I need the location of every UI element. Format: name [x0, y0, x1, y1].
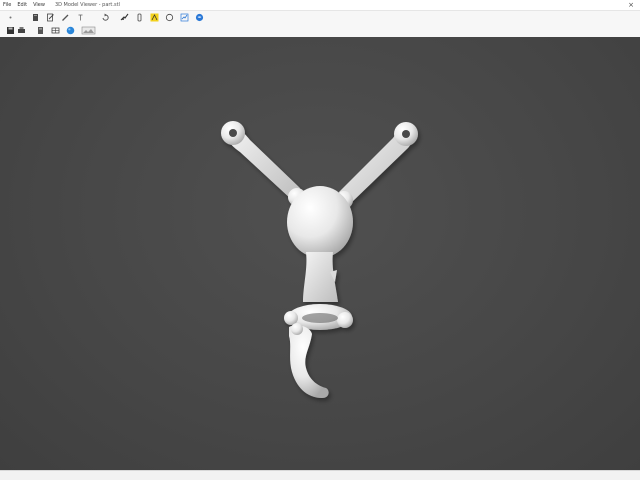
main-toolbar: [0, 11, 640, 24]
circle-icon[interactable]: [165, 13, 174, 22]
3d-viewport[interactable]: [0, 37, 640, 470]
close-window-button[interactable]: ×: [628, 0, 634, 10]
menu-edit[interactable]: Edit: [14, 0, 30, 10]
application-window: File Edit View 3D Model Viewer - part.st…: [0, 0, 640, 480]
move-icon[interactable]: [120, 13, 129, 22]
chart-edit-icon[interactable]: [180, 13, 189, 22]
menu-view[interactable]: View: [30, 0, 48, 10]
rotate-icon[interactable]: [101, 13, 110, 22]
sphere-icon[interactable]: [66, 26, 75, 35]
page-icon[interactable]: [36, 26, 45, 35]
measure-icon[interactable]: [135, 13, 144, 22]
text-tool-icon[interactable]: [76, 13, 85, 22]
document-title: 3D Model Viewer - part.stl: [54, 2, 120, 8]
print-icon[interactable]: [17, 26, 26, 35]
layers-icon[interactable]: [51, 26, 60, 35]
book-icon[interactable]: [31, 13, 40, 22]
highlight-icon[interactable]: [150, 13, 159, 22]
window-controls: ×: [628, 0, 640, 10]
bone-skeleton-model[interactable]: [0, 37, 640, 470]
model-body: [221, 121, 418, 398]
save-icon[interactable]: [6, 26, 15, 35]
secondary-toolbar: [0, 24, 640, 37]
menu-file[interactable]: File: [0, 0, 14, 10]
globe-icon[interactable]: [195, 13, 204, 22]
image-icon[interactable]: [81, 26, 97, 35]
status-bar: [0, 470, 640, 480]
menu-bar: File Edit View 3D Model Viewer - part.st…: [0, 0, 640, 11]
pencil-icon[interactable]: [61, 13, 70, 22]
edit-page-icon[interactable]: [46, 13, 55, 22]
select-icon[interactable]: [6, 13, 15, 22]
